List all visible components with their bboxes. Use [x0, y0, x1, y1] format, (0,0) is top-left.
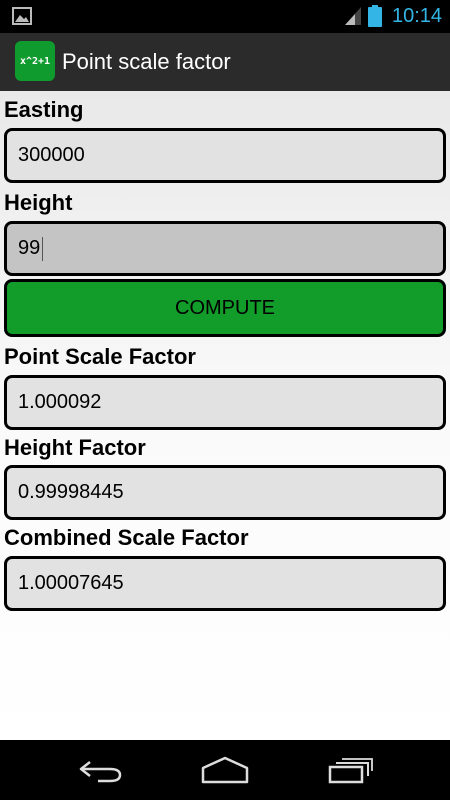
- main-content: Easting 300000 Height 99 COMPUTE Point S…: [0, 91, 450, 740]
- status-bar: 10:14: [0, 0, 450, 33]
- height-label: Height: [4, 190, 73, 215]
- clock: 10:14: [392, 5, 443, 27]
- compute-button-label: COMPUTE: [175, 296, 275, 319]
- recent-apps-icon[interactable]: [328, 756, 374, 784]
- app-icon[interactable]: x^2+1: [15, 41, 55, 81]
- height-factor-value: 0.99998445: [18, 481, 124, 503]
- signal-icon: [345, 7, 361, 25]
- app-icon-text: x^2+1: [19, 55, 51, 67]
- combined-scale-factor-field[interactable]: 1.00007645: [4, 556, 446, 611]
- point-scale-factor-label: Point Scale Factor: [4, 344, 196, 369]
- combined-scale-factor-value: 1.00007645: [18, 572, 124, 594]
- point-scale-factor-field[interactable]: 1.000092: [4, 375, 446, 430]
- navigation-bar: [0, 740, 450, 800]
- point-scale-factor-value: 1.000092: [18, 391, 102, 413]
- height-factor-field[interactable]: 0.99998445: [4, 465, 446, 520]
- action-bar: x^2+1 Point scale factor: [0, 33, 450, 91]
- easting-input[interactable]: 300000: [4, 128, 446, 183]
- combined-scale-factor-label: Combined Scale Factor: [4, 525, 249, 550]
- easting-label: Easting: [4, 97, 84, 122]
- height-factor-label: Height Factor: [4, 435, 146, 460]
- easting-value: 300000: [18, 144, 85, 166]
- home-icon[interactable]: [200, 756, 250, 784]
- back-icon[interactable]: [76, 758, 124, 784]
- battery-icon: [368, 5, 382, 27]
- text-cursor: [42, 236, 44, 261]
- height-input[interactable]: 99: [4, 221, 446, 276]
- app-title: Point scale factor: [62, 49, 231, 74]
- height-value: 99: [18, 237, 41, 259]
- gallery-icon: [12, 7, 32, 25]
- compute-button[interactable]: COMPUTE: [4, 279, 446, 337]
